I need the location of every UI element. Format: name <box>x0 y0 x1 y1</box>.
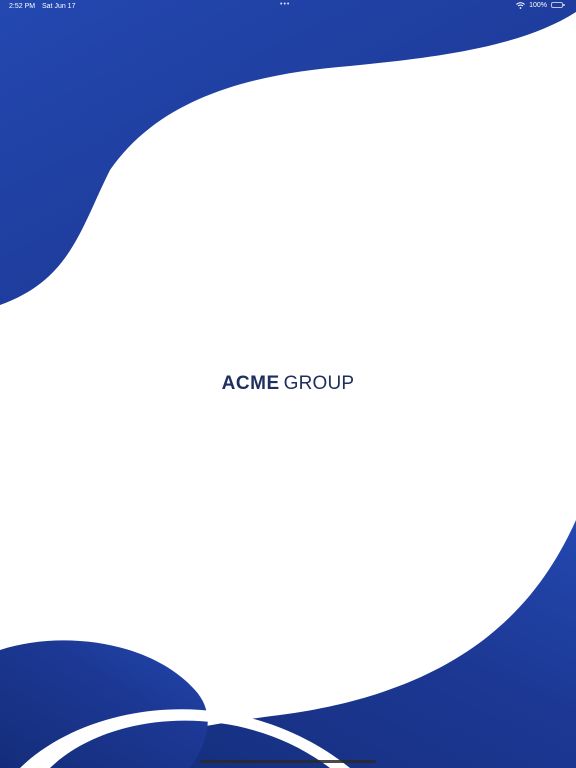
status-time: 2:52 PM <box>9 3 36 10</box>
logo-group-text: GROUP <box>283 373 355 394</box>
acme-group-logo: ACME GROUP <box>0 373 576 395</box>
wifi-icon <box>516 2 525 9</box>
home-indicator[interactable] <box>200 760 376 763</box>
battery-icon <box>551 2 566 9</box>
multitasking-dots[interactable]: ••• <box>280 1 290 8</box>
top-wave-shape <box>0 0 576 305</box>
bottom-left-blob <box>0 640 208 768</box>
status-bar: 2:52 PM Sat Jun 17 ••• 100% <box>0 0 576 14</box>
logo-acme-text: ACME <box>221 373 280 394</box>
splash-screen: 2:52 PM Sat Jun 17 ••• 100% ACME GROUP <box>0 0 576 768</box>
battery-percent: 100% <box>529 2 547 9</box>
status-date: Sat Jun 17 <box>42 3 76 10</box>
status-right-group: 100% <box>516 2 566 9</box>
